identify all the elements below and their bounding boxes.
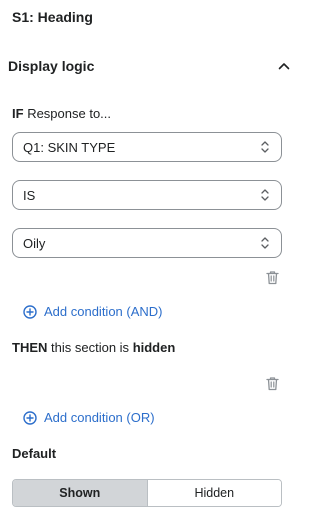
question-select[interactable]: Q1: SKIN TYPE bbox=[12, 132, 282, 162]
default-label: Default bbox=[12, 446, 57, 461]
plus-circle-icon bbox=[22, 410, 37, 425]
then-statement: THEN this section is hidden bbox=[12, 340, 175, 355]
display-logic-title: Display logic bbox=[8, 58, 95, 74]
default-visibility-toggle: Shown Hidden bbox=[12, 479, 282, 507]
operator-select-value: IS bbox=[23, 187, 36, 203]
then-text: this section is bbox=[51, 340, 130, 355]
add-condition-and-button[interactable]: Add condition (AND) bbox=[22, 304, 163, 319]
display-logic-panel: S1: Heading Display logic IF Response to… bbox=[0, 0, 300, 522]
add-condition-or-button[interactable]: Add condition (OR) bbox=[22, 410, 155, 425]
chevron-up-icon bbox=[276, 58, 292, 74]
select-arrows-icon bbox=[259, 235, 271, 251]
then-state: hidden bbox=[132, 340, 176, 355]
display-logic-toggle[interactable]: Display logic bbox=[8, 56, 292, 76]
select-arrows-icon bbox=[259, 187, 271, 203]
delete-condition-trash-icon[interactable] bbox=[264, 269, 280, 285]
delete-group-trash-icon[interactable] bbox=[264, 375, 280, 391]
section-title: S1: Heading bbox=[12, 9, 93, 25]
if-keyword: IF bbox=[12, 106, 24, 121]
select-arrows-icon bbox=[259, 139, 271, 155]
operator-select[interactable]: IS bbox=[12, 180, 282, 210]
if-text: Response to... bbox=[27, 106, 112, 121]
answer-select-value: Oily bbox=[23, 235, 46, 251]
add-condition-and-label: Add condition (AND) bbox=[44, 304, 163, 319]
question-select-value: Q1: SKIN TYPE bbox=[23, 139, 116, 155]
if-statement: IF Response to... bbox=[12, 106, 111, 121]
answer-select[interactable]: Oily bbox=[12, 228, 282, 258]
plus-circle-icon bbox=[22, 304, 37, 319]
segment-hidden[interactable]: Hidden bbox=[147, 480, 281, 506]
then-keyword: THEN bbox=[12, 340, 48, 355]
add-condition-or-label: Add condition (OR) bbox=[44, 410, 155, 425]
segment-shown[interactable]: Shown bbox=[13, 480, 148, 506]
